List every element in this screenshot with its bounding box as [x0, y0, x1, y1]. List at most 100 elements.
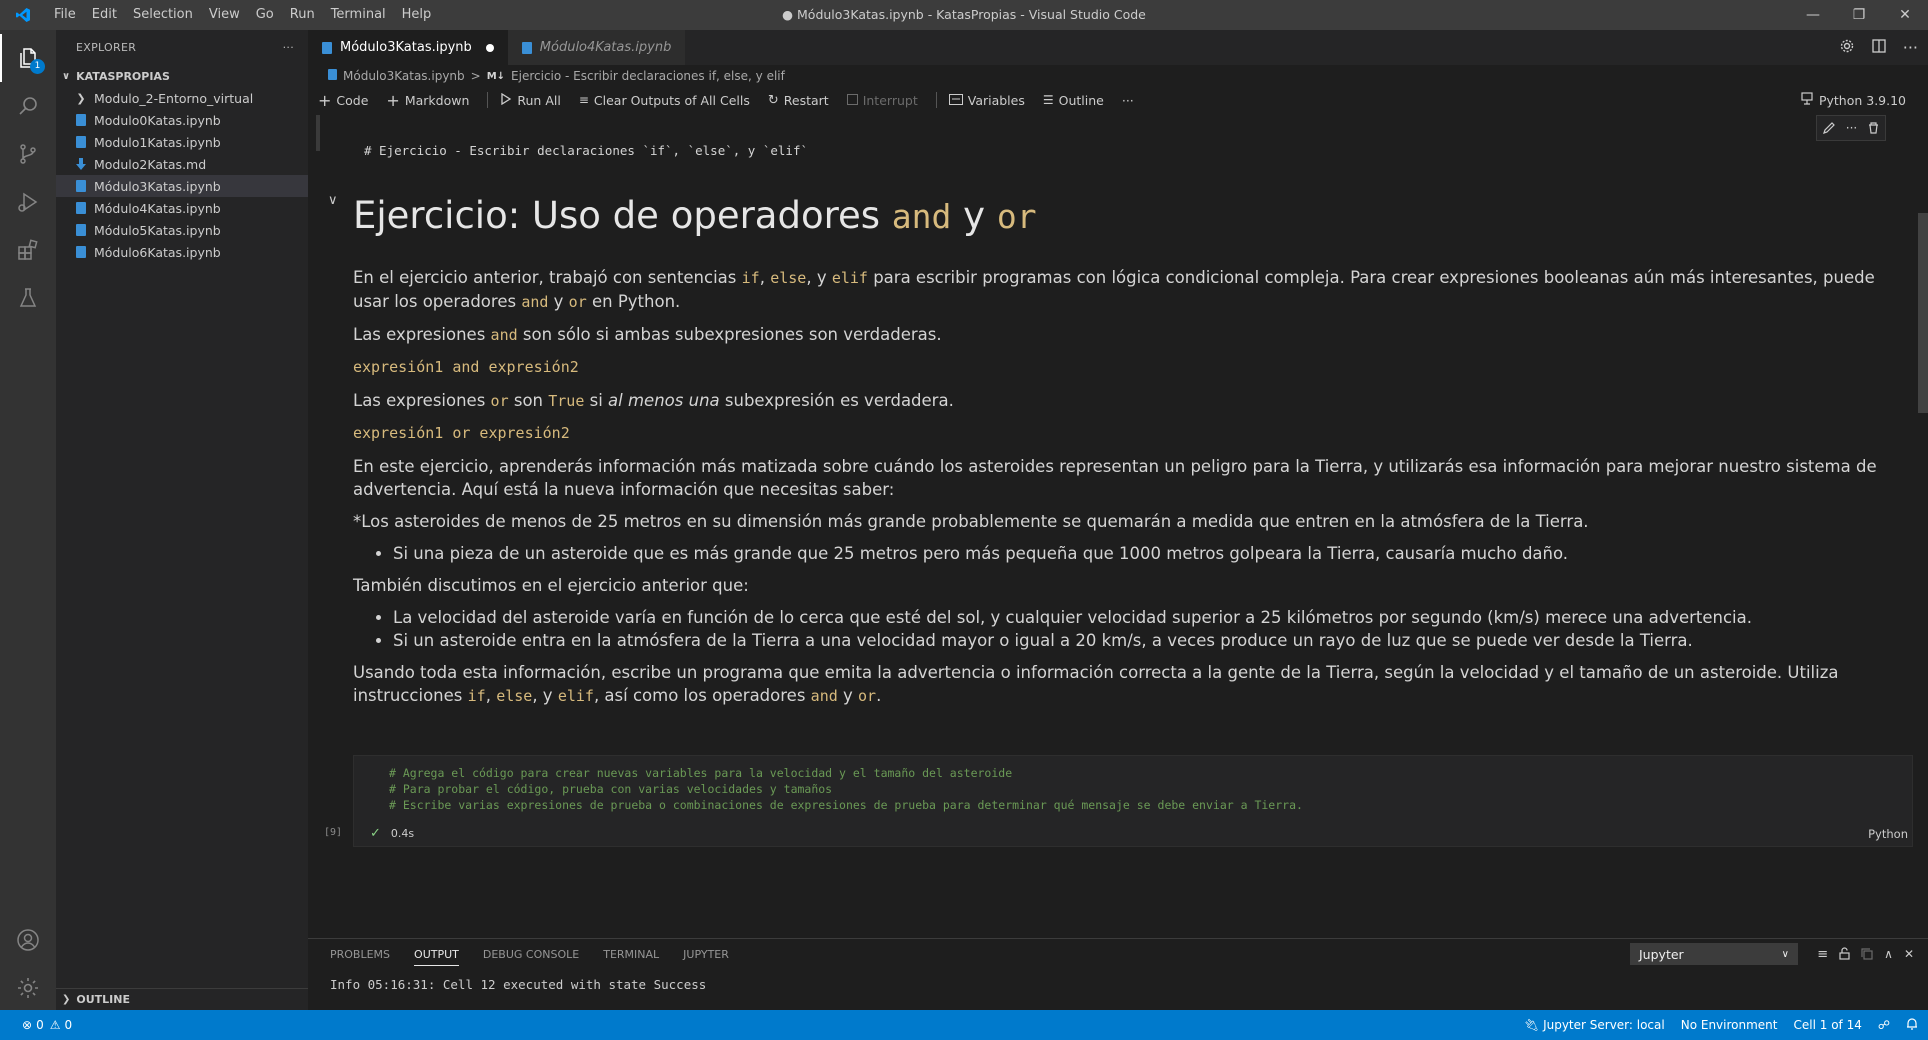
feedback-icon[interactable]: ☍ — [1878, 1018, 1890, 1032]
tab-modulo3[interactable]: Módulo3Katas.ipynb — [308, 30, 508, 65]
menu-view[interactable]: View — [201, 0, 248, 30]
menu-run[interactable]: Run — [282, 0, 323, 30]
breadcrumb-cell[interactable]: Ejercicio - Escribir declaraciones if, e… — [511, 69, 785, 83]
outline-button[interactable]: ☰ Outline — [1043, 93, 1104, 108]
settings-gear-icon[interactable] — [0, 964, 56, 1012]
panel-actions: ≡ ∧ ✕ — [1817, 943, 1914, 965]
menu-edit[interactable]: Edit — [84, 0, 125, 30]
notebook-toolbar: + Code + Markdown Run All ≡ Clear Outputs o… — [308, 87, 1928, 113]
tree-item-file[interactable]: Modulo0Katas.ipynb — [56, 109, 308, 131]
jupyter-server-status[interactable]: 🔌︎ Jupyter Server: local — [1524, 1018, 1665, 1032]
editor-scrollbar[interactable] — [1918, 213, 1928, 413]
copy-icon[interactable] — [1861, 945, 1873, 964]
error-count: 0 — [36, 1018, 44, 1032]
notifications-bell-icon[interactable] — [1906, 1017, 1918, 1033]
inline-code: or — [490, 392, 509, 410]
edit-pencil-icon[interactable] — [1822, 119, 1835, 138]
tree-item-file-selected[interactable]: Módulo3Katas.ipynb — [56, 175, 308, 197]
error-icon: ⊗ — [22, 1018, 33, 1032]
tree-item-file[interactable]: Módulo6Katas.ipynb — [56, 241, 308, 263]
collapse-chevron-icon[interactable]: ∨ — [328, 193, 338, 208]
run-debug-icon[interactable] — [0, 178, 56, 226]
restore-icon[interactable]: ❐ — [1836, 0, 1882, 30]
output-channel-select[interactable]: Jupyter ∨ — [1630, 943, 1798, 965]
code-cell[interactable]: # Agrega el código para crear nuevas var… — [353, 755, 1913, 847]
notebook-file-icon — [328, 69, 337, 83]
notebook-file-icon — [72, 114, 90, 126]
settings-gear-icon[interactable] — [1839, 38, 1855, 58]
activity-bar: 1 — [0, 30, 56, 1010]
text: si — [584, 391, 609, 410]
environment-status[interactable]: No Environment — [1681, 1018, 1778, 1032]
more-actions-icon[interactable]: ··· — [1846, 121, 1857, 135]
more-actions-button[interactable]: ··· — [1122, 93, 1134, 108]
clear-output-icon[interactable]: ≡ — [1817, 947, 1828, 962]
tab-debug-console[interactable]: DEBUG CONSOLE — [483, 948, 579, 961]
vscode-logo-icon — [0, 0, 46, 30]
tree-item-file[interactable]: Módulo5Katas.ipynb — [56, 219, 308, 241]
variables-button[interactable]: Variables — [948, 93, 1025, 108]
kernel-picker[interactable]: Python 3.9.10 — [1801, 87, 1906, 113]
testing-flask-icon[interactable] — [0, 274, 56, 322]
menu-help[interactable]: Help — [394, 0, 440, 30]
output-text: Info 05:16:31: Cell 12 executed with sta… — [330, 977, 707, 992]
tab-output[interactable]: OUTPUT — [414, 948, 459, 966]
paragraph-context: En este ejercicio, aprenderás informació… — [353, 457, 1877, 499]
minimize-icon[interactable]: — — [1790, 0, 1836, 30]
clear-outputs-label: Clear Outputs of All Cells — [593, 92, 750, 108]
interrupt-button[interactable]: Interrupt — [846, 93, 918, 108]
restart-button[interactable]: ↻ Restart — [768, 93, 829, 108]
raw-markdown-cell[interactable]: # Ejercicio - Escribir declaraciones `if… — [316, 115, 1906, 175]
tab-terminal[interactable]: TERMINAL — [603, 948, 659, 961]
more-actions-icon[interactable]: ··· — [283, 41, 294, 54]
lock-icon[interactable] — [1839, 945, 1850, 964]
more-actions-icon[interactable]: ··· — [1903, 38, 1918, 57]
extensions-icon[interactable] — [0, 226, 56, 274]
tree-item-file[interactable]: Modulo1Katas.ipynb — [56, 131, 308, 153]
run-all-label: Run All — [517, 92, 561, 108]
text: , y — [806, 268, 832, 287]
breadcrumb-file[interactable]: Módulo3Katas.ipynb — [343, 69, 465, 83]
markdown-heading: Ejercicio: Uso de operadores and y or — [353, 193, 1913, 240]
clear-outputs-button[interactable]: ≡ Clear Outputs of All Cells — [579, 93, 750, 108]
menu-file[interactable]: File — [46, 0, 84, 30]
bullet-list: La velocidad del asteroide varía en func… — [393, 606, 1913, 652]
search-icon[interactable] — [0, 82, 56, 130]
cell-language[interactable]: Python — [1868, 827, 1908, 841]
add-code-button[interactable]: + Code — [318, 91, 368, 110]
tree-item-file[interactable]: Modulo2Katas.md — [56, 153, 308, 175]
tab-problems[interactable]: PROBLEMS — [330, 948, 390, 961]
split-editor-icon[interactable] — [1871, 38, 1887, 58]
delete-trash-icon[interactable] — [1868, 119, 1879, 138]
paragraph-previous: También discutimos en el ejercicio anter… — [353, 576, 749, 595]
tab-modulo4[interactable]: Módulo4Katas.ipynb — [507, 30, 686, 65]
tab-jupyter[interactable]: JUPYTER — [683, 948, 729, 961]
account-icon[interactable] — [0, 916, 56, 964]
cell-focus-bar — [316, 115, 320, 151]
menu-go[interactable]: Go — [248, 0, 282, 30]
clear-all-icon: ≡ — [578, 93, 589, 107]
close-panel-icon[interactable]: ✕ — [1904, 947, 1914, 961]
explorer-icon[interactable]: 1 — [0, 34, 56, 82]
close-icon[interactable]: ✕ — [1882, 0, 1928, 30]
workspace-section[interactable]: ∨ KATASPROPIAS — [56, 65, 308, 87]
source-control-icon[interactable] — [0, 130, 56, 178]
workspace-name: KATASPROPIAS — [76, 69, 170, 83]
tree-item-folder[interactable]: ❯ Modulo_2-Entorno_virtual — [56, 87, 308, 109]
tree-item-file[interactable]: Módulo4Katas.ipynb — [56, 197, 308, 219]
text: , — [759, 268, 771, 287]
bullet-list: Si una pieza de un asteroide que es más … — [393, 542, 1913, 565]
kernel-label: Python 3.9.10 — [1818, 92, 1906, 108]
problems-status[interactable]: ⊗ 0 ⚠ 0 — [0, 1018, 72, 1032]
add-markdown-button[interactable]: + Markdown — [386, 91, 469, 110]
unsaved-dot-icon[interactable] — [485, 43, 494, 52]
text: Las expresiones — [353, 325, 491, 344]
text: , — [485, 686, 497, 705]
run-all-button[interactable]: Run All — [500, 92, 561, 108]
markdown-cell[interactable]: Ejercicio: Uso de operadores and y or En… — [353, 193, 1913, 717]
menu-selection[interactable]: Selection — [125, 0, 201, 30]
maximize-chevron-up-icon[interactable]: ∧ — [1884, 947, 1893, 961]
cell-position[interactable]: Cell 1 of 14 — [1794, 1018, 1862, 1032]
menu-terminal[interactable]: Terminal — [323, 0, 394, 30]
outline-section[interactable]: ❯ OUTLINE — [56, 988, 308, 1010]
